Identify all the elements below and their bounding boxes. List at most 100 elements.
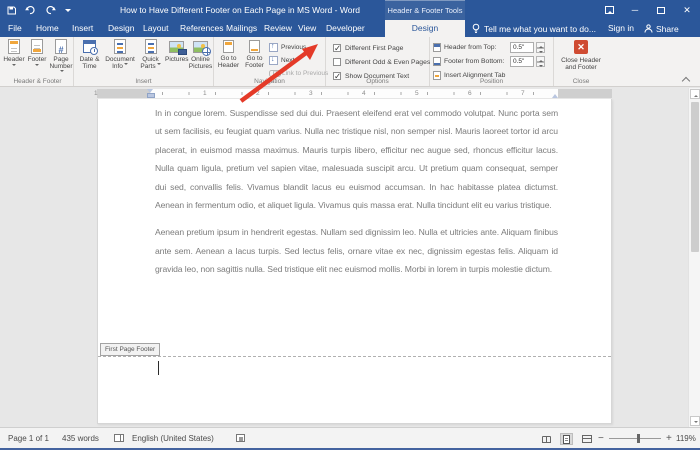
sign-in-link[interactable]: Sign in [608,20,634,37]
maximize-icon[interactable] [648,0,674,20]
read-mode-button[interactable] [540,433,553,445]
scroll-down-icon[interactable] [690,416,700,426]
pictures-button[interactable]: Pictures [165,38,187,76]
go-to-footer-icon [249,40,260,53]
header-from-top-input[interactable]: 0.5" [510,42,534,53]
minimize-icon[interactable]: ─ [622,0,648,20]
paragraph: In in congue lorem. Suspendisse sed dui … [155,104,558,214]
header-button[interactable]: Header [3,38,25,76]
group-header-footer: Header Footer # Page Number Header & Foo… [2,37,74,86]
share-button[interactable]: Share [644,20,679,37]
ruler-number: 1 [203,90,207,97]
ruler-number: 7 [521,90,525,97]
ruler-number: 2 [256,90,260,97]
macro-record-icon[interactable] [236,434,245,442]
header-from-top-spinner[interactable] [536,42,545,53]
redo-icon[interactable] [45,6,56,15]
page-indicator[interactable]: Page 1 of 1 [8,432,49,445]
tell-me-box[interactable]: Tell me what you want to do... [472,20,596,37]
horizontal-ruler[interactable]: 11234567 [0,88,688,99]
zoom-level[interactable]: 119% [676,432,696,445]
tab-headerfooter-design-active[interactable]: Design [385,20,465,37]
header-from-top-row: Header from Top: [433,42,496,53]
ruler-number: 5 [415,90,419,97]
tab-design[interactable]: Design [104,20,138,37]
window-controls: ─ ✕ [596,0,700,20]
link-icon [269,69,279,77]
header-from-top-icon [433,43,441,52]
previous-button[interactable]: Previous [269,41,306,53]
scroll-up-icon[interactable] [690,89,700,99]
footer-boundary-line [98,356,611,357]
document-info-icon [114,39,126,54]
pictures-icon [169,41,184,53]
footer-from-bottom-input[interactable]: 0.5" [510,56,534,67]
zoom-in-icon[interactable]: + [666,432,672,445]
zoom-slider[interactable] [609,438,661,439]
close-window-icon[interactable]: ✕ [674,0,700,20]
spin-down-icon[interactable] [536,62,545,68]
right-indent-marker[interactable] [552,91,559,98]
different-odd-even-option[interactable]: Different Odd & Even Pages [333,57,430,67]
group-label-navigation: Navigation [214,78,325,85]
scrollbar-thumb[interactable] [691,102,699,252]
tab-home[interactable]: Home [32,20,63,37]
go-to-header-button[interactable]: Go to Header [216,38,241,76]
different-odd-even-checkbox[interactable] [333,58,341,66]
different-first-page-option[interactable]: Different First Page [333,43,403,53]
save-icon[interactable] [7,6,16,15]
tab-references[interactable]: References [176,20,227,37]
spin-down-icon[interactable] [536,48,545,54]
header-icon [8,39,20,54]
zoom-out-icon[interactable]: − [598,432,604,445]
page-number-button[interactable]: # Page Number [49,38,73,76]
undo-icon[interactable] [25,6,36,15]
next-button[interactable]: Next [269,54,294,66]
group-options: Different First Page Different Odd & Eve… [326,37,430,86]
quick-access-toolbar [7,0,71,20]
go-to-footer-button[interactable]: Go to Footer [242,38,267,76]
collapse-ribbon-icon[interactable] [682,77,690,82]
footer-button[interactable]: Footer [26,38,48,76]
document-page[interactable]: In in congue lorem. Suspendisse sed dui … [97,99,612,424]
title-bar: How to Have Different Footer on Each Pag… [0,0,700,20]
left-indent-marker[interactable] [146,89,154,98]
group-label-close: Close [554,78,608,85]
tab-developer[interactable]: Developer [322,20,369,37]
customize-qat-icon[interactable] [65,9,71,15]
ruler-right-margin [558,89,612,98]
document-info-button[interactable]: Document Info [104,38,136,76]
close-header-footer-button[interactable]: ✕ Close Header and Footer [557,38,605,76]
web-layout-button[interactable] [580,433,593,445]
print-layout-button[interactable] [560,433,573,445]
person-icon [644,24,653,33]
vertical-scrollbar[interactable] [688,88,700,427]
language-indicator[interactable]: English (United States) [132,432,214,445]
ruler-left-margin [97,89,150,98]
lightbulb-icon [472,23,480,34]
online-pictures-button[interactable]: Online Pictures [188,38,213,76]
group-label-position: Position [430,78,553,85]
share-label: Share [656,24,679,34]
zoom-slider-thumb[interactable] [637,434,640,443]
tab-mailings[interactable]: Mailings [222,20,261,37]
different-first-page-checkbox[interactable] [333,44,341,52]
first-page-footer-tag: First Page Footer [100,343,160,356]
tab-review[interactable]: Review [260,20,296,37]
read-mode-icon [542,436,551,443]
quick-parts-button[interactable]: Quick Parts [137,38,164,76]
proofing-icon[interactable] [114,434,124,442]
group-position: Header from Top: 0.5" Footer from Bottom… [430,37,554,86]
tab-file[interactable]: File [4,20,26,37]
tab-view[interactable]: View [294,20,320,37]
window-title: How to Have Different Footer on Each Pag… [110,0,370,20]
tab-layout[interactable]: Layout [139,20,173,37]
footer-from-bottom-spinner[interactable] [536,56,545,67]
date-time-button[interactable]: Date & Time [76,38,103,76]
footer-from-bottom-icon [433,57,441,66]
page-number-icon: # [55,39,67,54]
word-count[interactable]: 435 words [62,432,99,445]
document-workspace: 11234567 In in congue lorem. Suspendisse… [0,87,700,427]
ribbon-display-options-icon[interactable] [596,0,622,20]
tab-insert[interactable]: Insert [68,20,97,37]
